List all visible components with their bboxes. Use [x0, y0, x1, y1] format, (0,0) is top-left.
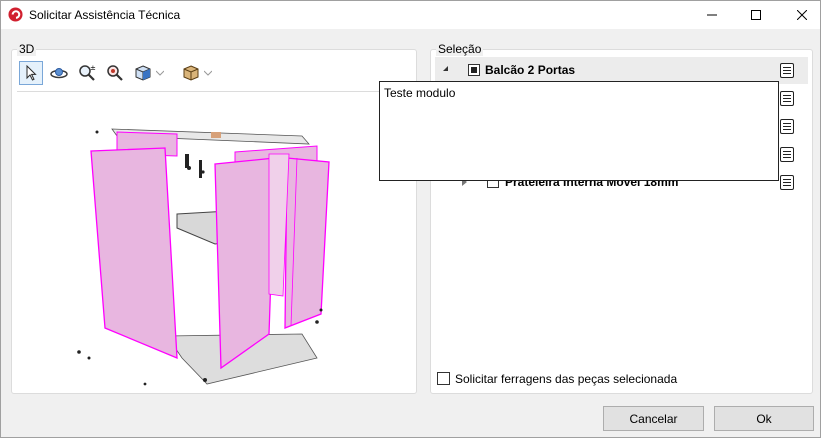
box-view-tool-button[interactable]: [179, 61, 215, 85]
chevron-down-icon: [156, 70, 164, 76]
close-icon: [797, 10, 807, 20]
cancel-button[interactable]: Cancelar: [603, 406, 704, 431]
maximize-icon: [751, 10, 761, 20]
toolbar-divider: [17, 91, 411, 92]
cursor-arrow-icon: [26, 65, 37, 81]
group-selection-label: Seleção: [436, 42, 484, 56]
maximize-button[interactable]: [733, 1, 779, 29]
tree-checkbox[interactable]: [468, 64, 480, 76]
hardware-checkbox[interactable]: [437, 372, 450, 385]
minimize-icon: [707, 14, 717, 16]
minimize-button[interactable]: [689, 1, 735, 29]
window-title: Solicitar Assistência Técnica: [29, 8, 181, 22]
orbit-tool-button[interactable]: [47, 61, 71, 85]
zoom-fit-tool-button[interactable]: [103, 61, 127, 85]
viewport-3d[interactable]: [17, 96, 411, 388]
chevron-down-icon: [204, 70, 212, 76]
ok-button[interactable]: Ok: [714, 406, 814, 431]
list-detail-icon[interactable]: [780, 147, 794, 162]
select-tool-button[interactable]: [19, 61, 43, 85]
list-detail-icon[interactable]: [780, 63, 794, 78]
tree-item-balcao[interactable]: Balcão 2 Portas: [435, 57, 808, 84]
list-detail-icon[interactable]: [780, 91, 794, 106]
view-cube-icon: [135, 65, 151, 81]
box-view-icon: [183, 65, 199, 81]
svg-text:±: ±: [90, 64, 96, 72]
expand-open-icon[interactable]: [443, 66, 448, 71]
list-detail-icon[interactable]: [780, 175, 794, 190]
tree-item-label: Balcão 2 Portas: [485, 63, 576, 77]
zoom-plus-minus-icon: ±: [79, 64, 96, 81]
tooltip-popup: Teste modulo: [379, 81, 779, 181]
close-button[interactable]: [779, 1, 821, 29]
title-bar: Solicitar Assistência Técnica: [1, 1, 820, 29]
orbit-icon: [50, 68, 68, 79]
cabinet-3d-model: [77, 128, 330, 386]
hardware-checkbox-label[interactable]: Solicitar ferragens das peças selecionad…: [455, 372, 677, 386]
dialog-window: Solicitar Assistência Técnica 3D ± Seleç…: [0, 0, 821, 438]
zoom-tool-button[interactable]: ±: [75, 61, 99, 85]
list-detail-icon[interactable]: [780, 119, 794, 134]
view-cube-tool-button[interactable]: [131, 61, 167, 85]
group-3d-label: 3D: [17, 42, 37, 56]
app-logo-icon: [8, 7, 23, 22]
zoom-fit-icon: [107, 65, 123, 81]
